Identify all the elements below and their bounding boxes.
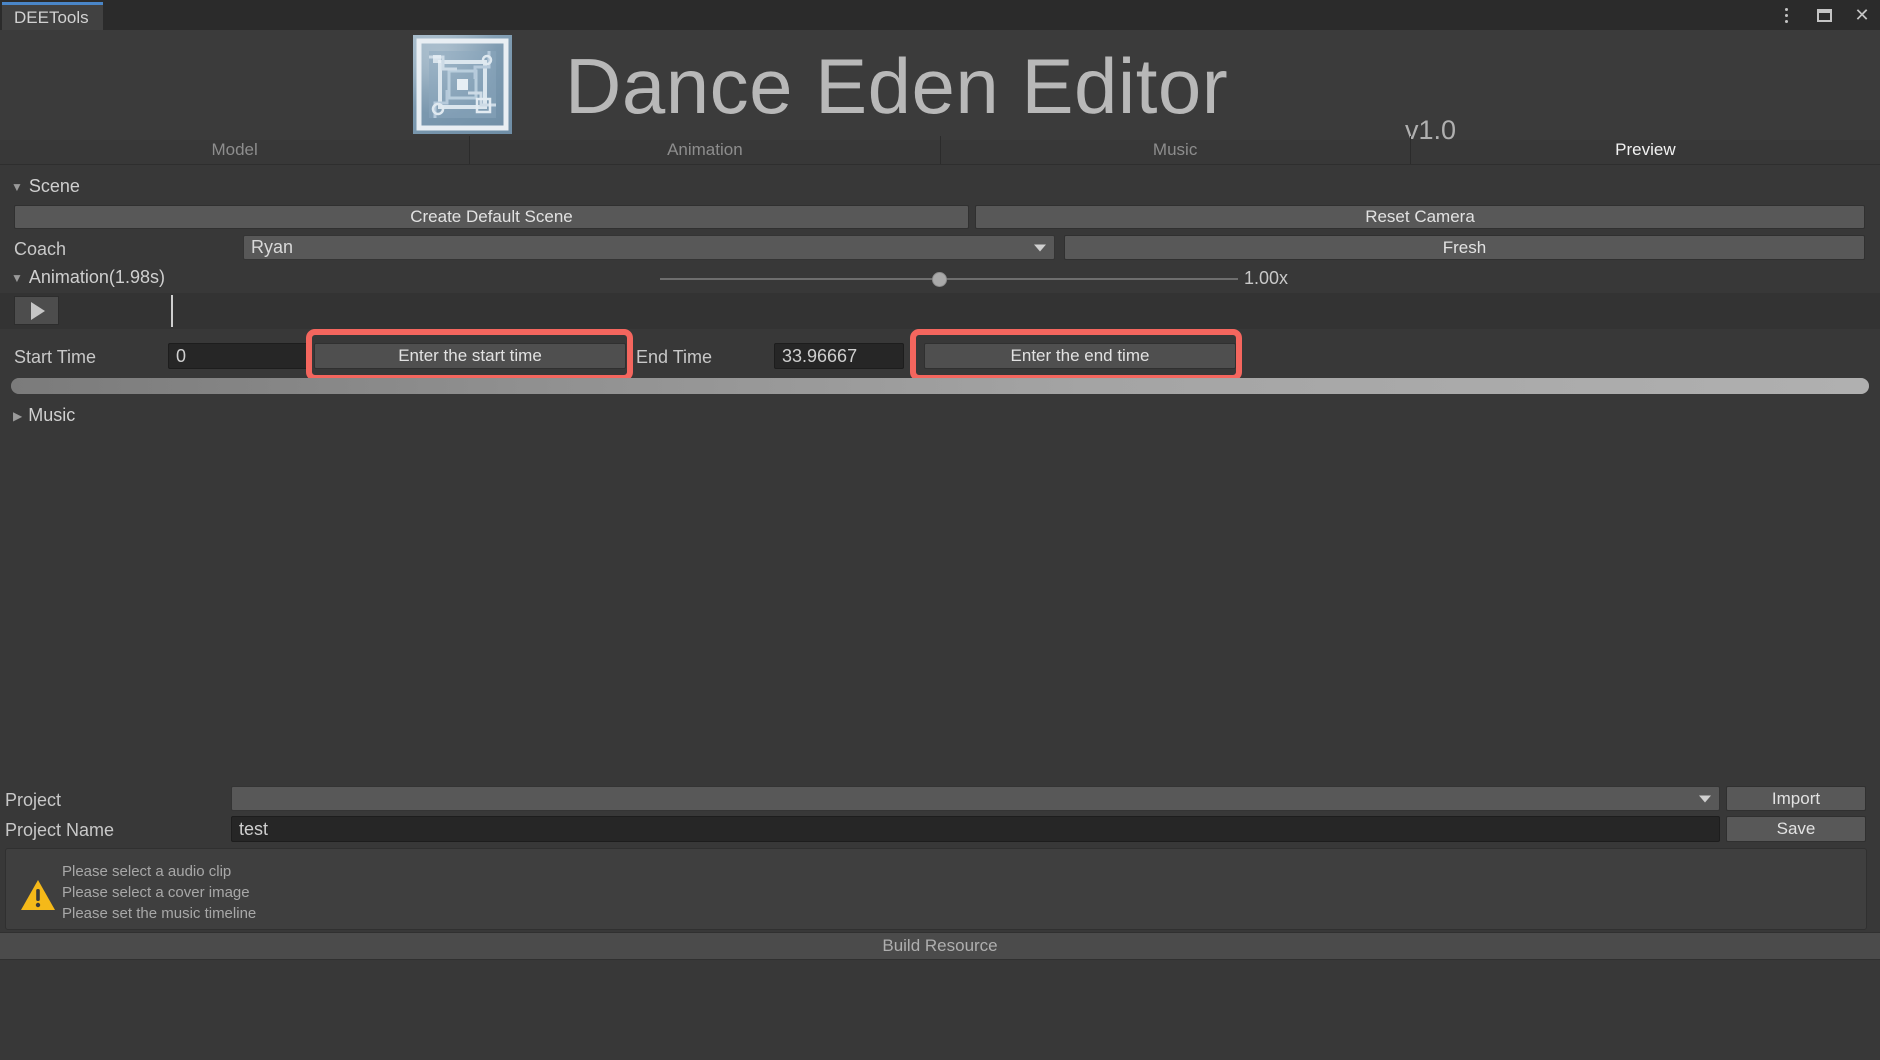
section-music-foldout[interactable]: ▶ Music — [13, 405, 75, 426]
create-default-scene-button[interactable]: Create Default Scene — [14, 205, 969, 229]
main-tabstrip: Model Animation Music Preview — [0, 136, 1880, 164]
circuit-chip-icon — [413, 35, 512, 134]
play-icon — [31, 301, 45, 320]
section-scene-label: Scene — [28, 176, 80, 196]
import-button[interactable]: Import — [1726, 786, 1866, 811]
triangle-right-icon: ▶ — [13, 408, 23, 423]
project-label: Project — [5, 790, 62, 810]
start-time-label: Start Time — [14, 347, 97, 367]
window-tab-label: DEETools — [14, 7, 89, 27]
reset-camera-button[interactable]: Reset Camera — [975, 205, 1865, 229]
coach-label: Coach — [14, 239, 67, 259]
warning-message-list: Please select a audio clip Please select… — [62, 861, 256, 924]
close-icon[interactable]: ✕ — [1852, 5, 1872, 25]
warning-message: Please set the music timeline — [62, 905, 257, 922]
window-titlebar: DEETools ✕ — [0, 0, 1880, 30]
save-button[interactable]: Save — [1726, 816, 1866, 842]
page-title: Dance Eden Editor — [565, 42, 1229, 130]
section-animation-label: Animation(1.98s) — [28, 267, 165, 287]
app-header: Dance Eden Editor v1.0 — [0, 30, 1880, 145]
animation-timeline-row[interactable] — [0, 293, 1880, 329]
empty-content-area — [0, 432, 1880, 784]
project-dropdown[interactable] — [231, 786, 1720, 811]
start-time-input[interactable]: 0 — [168, 343, 308, 369]
enter-end-time-button[interactable]: Enter the end time — [924, 343, 1236, 369]
scrollbar-thumb[interactable] — [11, 378, 1869, 394]
project-name-input[interactable]: test — [231, 816, 1720, 842]
build-resource-button[interactable]: Build Resource — [0, 932, 1880, 960]
tabstrip-divider — [0, 164, 1880, 165]
fresh-button[interactable]: Fresh — [1064, 235, 1865, 260]
tab-model[interactable]: Model — [0, 136, 471, 164]
slider-thumb[interactable] — [931, 272, 947, 287]
coach-dropdown[interactable]: Ryan — [243, 235, 1055, 260]
timeline-horizontal-scrollbar[interactable] — [11, 378, 1869, 394]
validation-warning-box: Please select a audio clip Please select… — [5, 848, 1867, 930]
end-time-input[interactable]: 33.96667 — [774, 343, 904, 369]
tab-music[interactable]: Music — [941, 136, 1411, 164]
kebab-menu-icon[interactable] — [1776, 5, 1796, 25]
section-scene-foldout[interactable]: ▼ Scene — [11, 176, 80, 197]
chevron-down-icon — [1034, 244, 1046, 251]
slider-track — [660, 278, 1238, 280]
tab-preview[interactable]: Preview — [1411, 136, 1880, 164]
animation-speed-value: 1.00x — [1244, 268, 1289, 288]
project-name-label: Project Name — [5, 820, 115, 840]
warning-triangle-icon — [20, 879, 56, 916]
warning-message: Please select a audio clip — [62, 863, 232, 880]
dance-eden-editor-window: DEETools ✕ Dance Eden Editor v1.0 Model … — [0, 0, 1880, 1060]
section-animation-foldout[interactable]: ▼ Animation(1.98s) — [11, 267, 165, 288]
window-controls: ✕ — [1776, 0, 1872, 30]
triangle-down-icon: ▼ — [11, 270, 23, 285]
timeline-playhead[interactable] — [171, 295, 173, 327]
coach-dropdown-value: Ryan — [251, 237, 294, 257]
animation-speed-slider[interactable] — [660, 269, 1238, 289]
animation-play-button[interactable] — [14, 296, 59, 325]
section-music-label: Music — [28, 405, 76, 425]
enter-start-time-button[interactable]: Enter the start time — [314, 343, 626, 369]
triangle-down-icon: ▼ — [11, 179, 23, 194]
end-time-label: End Time — [636, 347, 713, 367]
window-tab-deetools[interactable]: DEETools — [2, 2, 103, 30]
chevron-down-icon — [1699, 795, 1711, 802]
maximize-icon[interactable] — [1814, 5, 1834, 25]
tab-animation[interactable]: Animation — [470, 136, 941, 164]
warning-message: Please select a cover image — [62, 884, 250, 901]
